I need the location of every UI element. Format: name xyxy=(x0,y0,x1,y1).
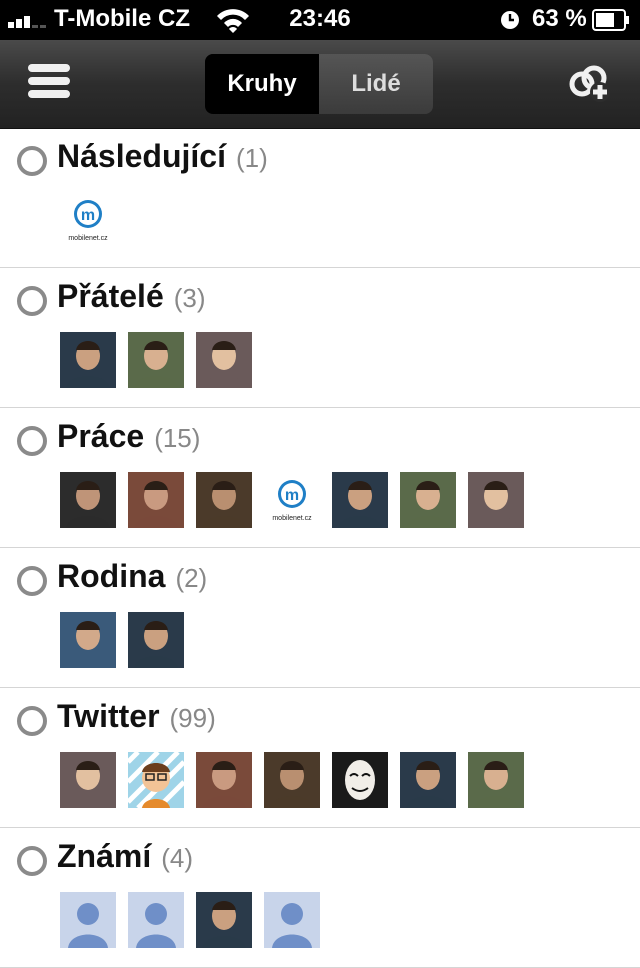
battery-icon xyxy=(592,9,629,31)
svg-text:mobilenet.cz: mobilenet.cz xyxy=(272,515,312,522)
circle-title: Práce xyxy=(57,418,145,454)
tab-kruhy[interactable]: Kruhy xyxy=(205,54,319,114)
circle-title: Twitter xyxy=(57,698,160,734)
svg-text:m: m xyxy=(285,487,299,504)
avatar[interactable] xyxy=(332,472,388,528)
avatar[interactable]: m mobilenet.cz xyxy=(60,192,116,248)
avatar[interactable] xyxy=(60,892,116,948)
avatar-row: m mobilenet.cz xyxy=(60,472,536,528)
circle-title: Známí xyxy=(57,838,152,874)
circle-section[interactable]: Twitter (99) xyxy=(0,688,640,828)
circle-select-radio[interactable] xyxy=(17,706,47,736)
circle-section[interactable]: Práce (15) m mobilenet.cz xyxy=(0,408,640,548)
avatar[interactable] xyxy=(400,472,456,528)
navigation-bar: Kruhy Lidé xyxy=(0,40,640,129)
circle-title-row: Známí (4) xyxy=(57,838,193,875)
circle-section[interactable]: Rodina (2) xyxy=(0,548,640,688)
avatar-row xyxy=(60,332,264,388)
battery-percent: 63 % xyxy=(532,5,587,32)
status-bar: T-Mobile CZ 23:46 63 % xyxy=(0,0,640,40)
avatar[interactable] xyxy=(400,752,456,808)
avatar[interactable] xyxy=(60,472,116,528)
avatar[interactable] xyxy=(60,612,116,668)
avatar[interactable] xyxy=(264,892,320,948)
alarm-clock-icon xyxy=(501,11,519,29)
avatar-row xyxy=(60,892,332,948)
circle-count: (1) xyxy=(235,143,268,173)
circle-title-row: Práce (15) xyxy=(57,418,200,455)
avatar[interactable] xyxy=(128,612,184,668)
avatar[interactable] xyxy=(196,752,252,808)
avatar[interactable] xyxy=(128,892,184,948)
circle-title-row: Twitter (99) xyxy=(57,698,216,735)
circle-count: (2) xyxy=(175,563,208,593)
circle-section[interactable]: Známí (4) xyxy=(0,828,640,968)
circle-list: Následující (1) m mobilenet.cz Přátelé (3) Prá… xyxy=(0,128,640,968)
svg-text:mobilenet.cz: mobilenet.cz xyxy=(68,235,108,242)
circle-title-row: Rodina (2) xyxy=(57,558,207,595)
circle-title: Rodina xyxy=(57,558,166,594)
circle-title-row: Přátelé (3) xyxy=(57,278,206,315)
hamburger-menu-icon[interactable] xyxy=(28,64,70,104)
add-circle-icon[interactable] xyxy=(568,62,612,106)
avatar[interactable] xyxy=(332,752,388,808)
view-segmented-control: Kruhy Lidé xyxy=(205,54,433,114)
circle-title: Přátelé xyxy=(57,278,164,314)
avatar[interactable] xyxy=(196,892,252,948)
avatar[interactable] xyxy=(60,752,116,808)
circle-count: (99) xyxy=(169,703,216,733)
avatar[interactable] xyxy=(60,332,116,388)
circle-title-row: Následující (1) xyxy=(57,138,268,175)
avatar[interactable] xyxy=(196,472,252,528)
avatar[interactable] xyxy=(128,332,184,388)
circle-select-radio[interactable] xyxy=(17,566,47,596)
circle-select-radio[interactable] xyxy=(17,146,47,176)
circle-count: (15) xyxy=(154,423,201,453)
tab-lide[interactable]: Lidé xyxy=(319,54,433,114)
avatar[interactable] xyxy=(196,332,252,388)
svg-text:m: m xyxy=(81,207,95,224)
avatar[interactable] xyxy=(128,752,184,808)
circle-section[interactable]: Přátelé (3) xyxy=(0,268,640,408)
circle-title: Následující xyxy=(57,138,226,174)
avatar-row: m mobilenet.cz xyxy=(60,192,128,248)
avatar[interactable] xyxy=(128,472,184,528)
avatar[interactable] xyxy=(468,752,524,808)
avatar[interactable] xyxy=(468,472,524,528)
circle-section[interactable]: Následující (1) m mobilenet.cz xyxy=(0,128,640,268)
avatar-row xyxy=(60,752,536,808)
avatar[interactable]: m mobilenet.cz xyxy=(264,472,320,528)
circle-select-radio[interactable] xyxy=(17,286,47,316)
circle-count: (4) xyxy=(161,843,194,873)
avatar-row xyxy=(60,612,196,668)
circle-select-radio[interactable] xyxy=(17,426,47,456)
circle-count: (3) xyxy=(173,283,206,313)
avatar[interactable] xyxy=(264,752,320,808)
circle-select-radio[interactable] xyxy=(17,846,47,876)
